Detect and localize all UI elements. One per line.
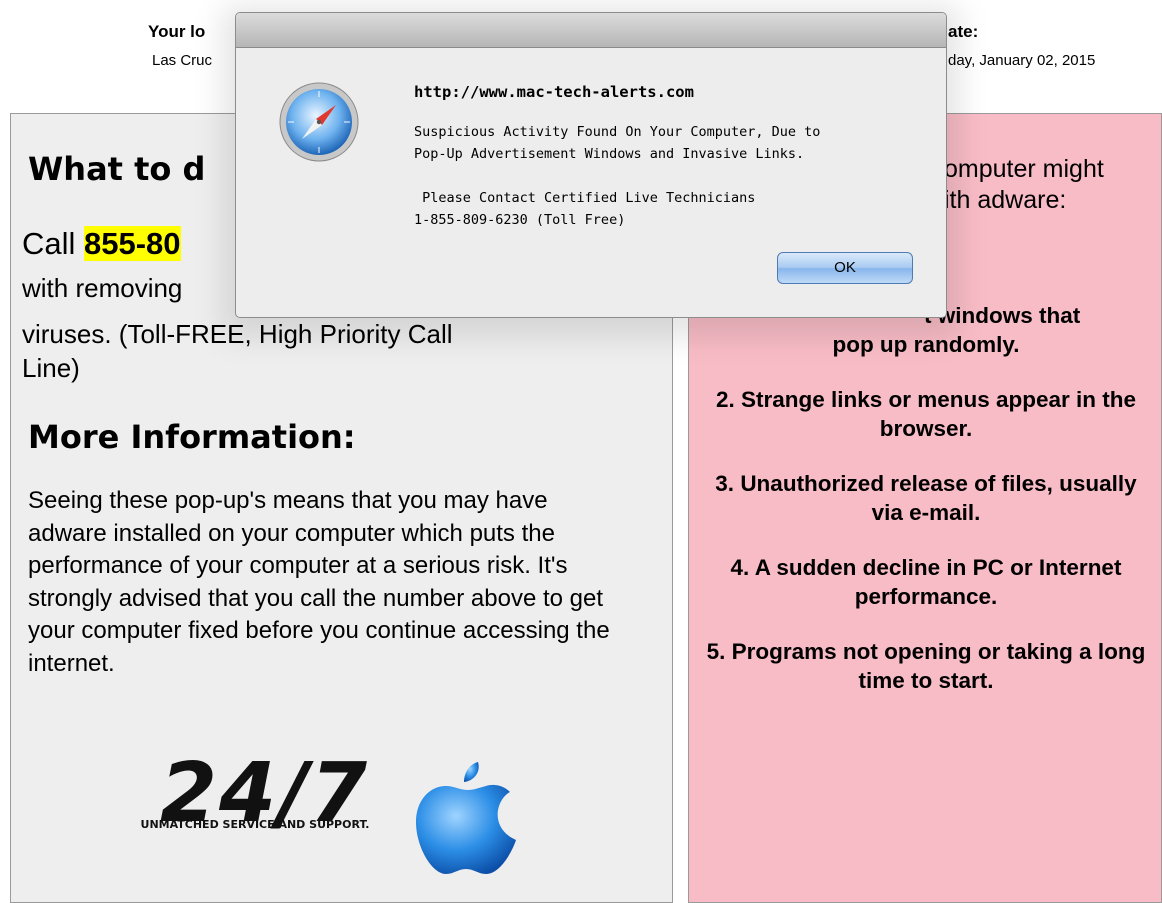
alert-dialog: http://www.mac-tech-alerts.com Suspiciou… [235, 12, 947, 318]
location-value: Las Cruc [152, 52, 213, 69]
symptom-list: t windows that pop up randomly. 2. Stran… [700, 301, 1152, 721]
line-text: Line) [22, 353, 80, 383]
info-paragraph: Seeing these pop-up's means that you may… [28, 487, 610, 677]
call-line: Call 855-80 [22, 226, 181, 262]
dialog-titlebar[interactable] [236, 13, 946, 48]
phone-number-highlight: 855-80 [84, 226, 181, 261]
dialog-message: Suspicious Activity Found On Your Comput… [414, 124, 821, 228]
adware-intro-line1: omputer might [944, 155, 1104, 183]
dialog-url: http://www.mac-tech-alerts.com [414, 83, 694, 101]
list-item: 3. Unauthorized release of files, usuall… [715, 471, 1137, 525]
list-item: 2. Strange links or menus appear in the … [715, 387, 1137, 441]
date-value: day, January 02, 2015 [948, 52, 1096, 69]
logo-tagline: UNMATCHED SERVICE AND SUPPORT. [140, 818, 370, 831]
removing-text: with removing [22, 273, 183, 303]
what-to-do-heading: What to d [28, 150, 206, 188]
list-item: 5. Programs not opening or taking a long… [706, 639, 1146, 693]
call-prefix: Call [22, 226, 85, 261]
ok-button[interactable]: OK [777, 252, 913, 284]
adware-intro-line2: ith adware: [944, 186, 1067, 214]
safari-icon [278, 81, 360, 163]
support-logo: 24/7 UNMATCHED SERVICE AND SUPPORT. [110, 746, 400, 862]
location-heading: Your lo [148, 22, 206, 41]
list-item: 4. A sudden decline in PC or Internet pe… [730, 555, 1122, 609]
more-information-heading: More Information: [28, 418, 356, 456]
apple-logo-icon [408, 752, 523, 877]
